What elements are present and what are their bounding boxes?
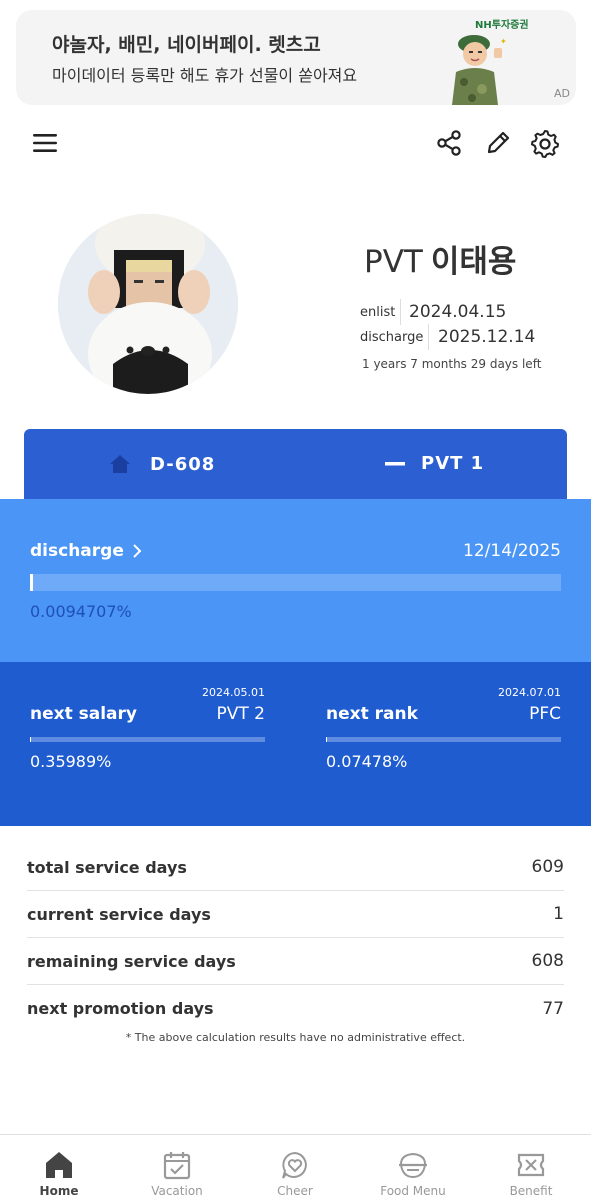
time-left-text: 1 years 7 months 29 days left (362, 357, 542, 371)
ticket-icon (517, 1153, 545, 1177)
next-rank-block: 2024.07.01 next rank PFC 0.07478% (326, 662, 561, 826)
nav-home-label: Home (39, 1184, 79, 1198)
enlist-date: 2024.04.15 (409, 302, 507, 322)
share-button[interactable] (432, 126, 466, 160)
edit-button[interactable] (481, 126, 515, 160)
heart-chat-icon (282, 1151, 307, 1179)
next-salary-label: next salary (30, 704, 137, 724)
next-salary-percent: 0.35989% (30, 752, 112, 771)
nav-vacation-label: Vacation (151, 1184, 203, 1198)
promotion-section: 2024.05.01 next salary PVT 2 0.35989% 20… (0, 662, 591, 826)
hamburger-menu-icon (33, 134, 57, 152)
stat-label: next promotion days (27, 999, 214, 1018)
discharge-label: discharge (360, 330, 424, 345)
next-rank-percent: 0.07478% (326, 752, 408, 771)
stat-label: remaining service days (27, 951, 236, 971)
next-rank-progress-fill (326, 737, 328, 742)
home-icon (46, 1152, 72, 1178)
list-item: total service days 609 (27, 844, 564, 891)
enlist-label: enlist (360, 305, 396, 320)
tab-dday[interactable]: D-608 (108, 453, 215, 475)
service-stats-list: total service days 609 current service d… (27, 844, 564, 1032)
nav-vacation[interactable]: Vacation (118, 1135, 236, 1200)
next-rank-progress-bar (326, 737, 561, 742)
name-text: 이태용 (430, 244, 517, 280)
home-icon (110, 455, 130, 473)
stat-value: 609 (531, 857, 564, 877)
ad-soldier-illustration: NH투자증권 ✦ (442, 14, 529, 105)
nav-cheer-label: Cheer (277, 1184, 313, 1198)
svg-text:✦: ✦ (500, 37, 507, 46)
settings-button[interactable] (528, 126, 562, 160)
nav-cheer[interactable]: Cheer (236, 1135, 354, 1200)
list-item: next promotion days 77 (27, 985, 564, 1032)
next-salary-block: 2024.05.01 next salary PVT 2 0.35989% (30, 662, 265, 826)
share-icon (437, 130, 461, 156)
bottom-navigation: Home Vacation Cheer Food Menu Benefit (0, 1134, 591, 1200)
calendar-check-icon (163, 1152, 191, 1180)
divider (428, 324, 429, 350)
tab-rank[interactable]: PVT 1 (385, 453, 484, 474)
discharge-date: 2025.12.14 (438, 327, 536, 347)
nav-benefit-label: Benefit (509, 1184, 553, 1198)
discharge-progress-bar (30, 574, 561, 591)
next-salary-value: PVT 2 (216, 704, 266, 724)
next-salary-progress-fill (30, 737, 32, 742)
nav-food-menu-label: Food Menu (380, 1184, 446, 1198)
discharge-link[interactable]: discharge (30, 541, 144, 561)
ad-logo: NH투자증권 (475, 20, 529, 31)
discharge-progress-fill (30, 574, 34, 591)
rank-bar-icon (385, 461, 405, 465)
discharge-link-label: discharge (30, 541, 124, 561)
next-rank-date: 2024.07.01 (498, 686, 561, 699)
pencil-icon (487, 131, 510, 154)
next-salary-progress-bar (30, 737, 265, 742)
list-item: remaining service days 608 (27, 938, 564, 985)
soldier-name: PVT 이태용 (364, 236, 516, 281)
next-rank-value: PFC (529, 704, 561, 724)
tab-rank-label: PVT 1 (421, 453, 485, 474)
discharge-date-display: 12/14/2025 (463, 541, 561, 561)
discharge-percent: 0.0094707% (30, 602, 132, 621)
avatar[interactable] (58, 214, 238, 394)
rank-text: PVT (364, 244, 423, 280)
disclaimer-text: * The above calculation results have no … (125, 1031, 466, 1044)
gear-icon (531, 130, 559, 158)
tab-dday-label: D-608 (150, 453, 216, 475)
next-salary-date: 2024.05.01 (202, 686, 265, 699)
nav-home[interactable]: Home (0, 1135, 118, 1200)
divider (400, 299, 401, 325)
next-rank-label: next rank (326, 704, 418, 724)
ad-title: 야놀자, 배민, 네이버페이. 렛츠고 (52, 34, 321, 56)
chevron-right-icon (133, 544, 142, 558)
stat-value: 77 (542, 998, 564, 1019)
ad-subtitle: 마이데이터 등록만 해도 휴가 선물이 쏟아져요 (52, 66, 358, 85)
list-item: current service days 1 (27, 891, 564, 938)
menu-button[interactable] (28, 126, 62, 160)
stat-label: current service days (27, 904, 211, 924)
stat-value: 1 (553, 904, 564, 924)
nav-food-menu[interactable]: Food Menu (354, 1135, 472, 1200)
summary-tabbar: D-608 PVT 1 (24, 429, 567, 501)
stat-value: 608 (531, 951, 564, 971)
nav-benefit[interactable]: Benefit (472, 1135, 590, 1200)
stat-label: total service days (27, 857, 187, 877)
ad-tag: AD (554, 87, 570, 100)
rice-bowl-icon (399, 1152, 427, 1179)
discharge-section: discharge 12/14/2025 0.0094707% (0, 499, 591, 662)
ad-banner[interactable]: 야놀자, 배민, 네이버페이. 렛츠고 마이데이터 등록만 해도 휴가 선물이 … (16, 10, 576, 105)
